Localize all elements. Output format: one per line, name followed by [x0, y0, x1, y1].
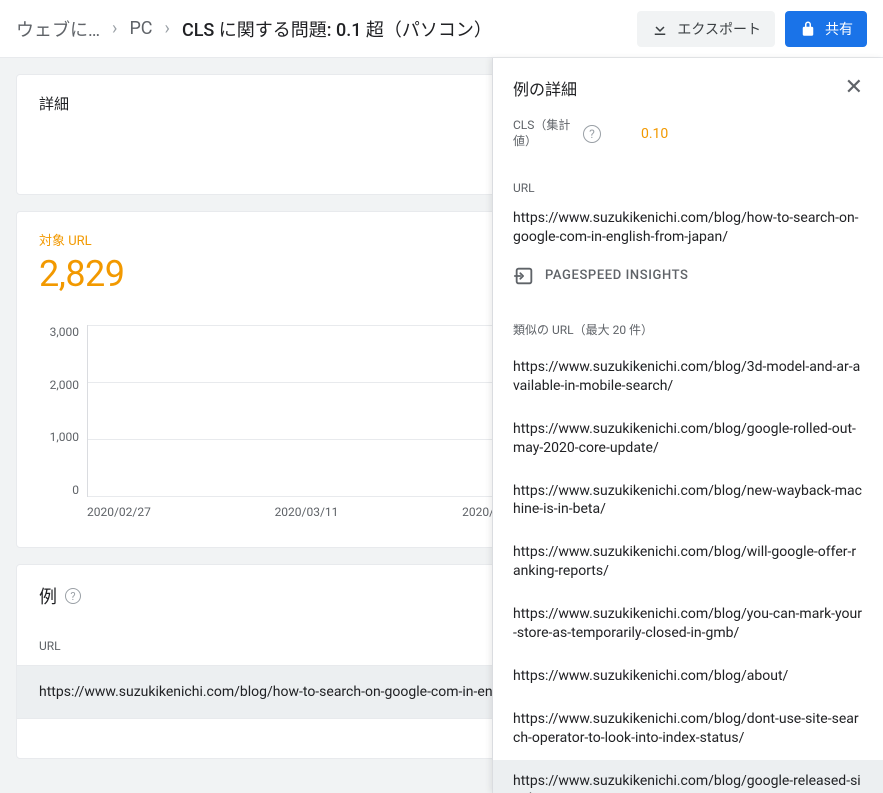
drawer-header: 例の詳細 ✕ [493, 58, 883, 118]
lock-icon [799, 20, 817, 38]
help-icon[interactable]: ? [583, 125, 601, 143]
y-tick: 1,000 [39, 430, 79, 444]
similar-url-item[interactable]: https://www.suzukikenichi.com/blog/googl… [493, 760, 883, 793]
pagespeed-link[interactable]: PAGESPEED INSIGHTS [493, 261, 883, 305]
detail-drawer: 例の詳細 ✕ CLS（集計値） ? 0.10 URL https://www.s… [492, 58, 883, 793]
breadcrumb-root[interactable]: ウェブに… [16, 16, 100, 42]
similar-url-item[interactable]: https://www.suzukikenichi.com/blog/you-c… [493, 593, 883, 655]
examples-title: 例 [39, 583, 57, 609]
x-tick: 2020/03/11 [275, 505, 339, 525]
breadcrumb: ウェブに… › PC › CLS に関する問題: 0.1 超（パソコン） [16, 16, 637, 42]
similar-url-item[interactable]: https://www.suzukikenichi.com/blog/googl… [493, 408, 883, 470]
drawer-main-url: https://www.suzukikenichi.com/blog/how-t… [493, 203, 883, 261]
similar-url-list: https://www.suzukikenichi.com/blog/3d-mo… [493, 346, 883, 793]
top-actions: エクスポート 共有 [637, 11, 867, 47]
chevron-right-icon: › [165, 18, 170, 39]
export-button[interactable]: エクスポート [637, 11, 775, 47]
drawer-title: 例の詳細 [513, 76, 577, 100]
similar-heading: 類似の URL（最大 20 件） [493, 305, 883, 346]
y-tick: 0 [39, 483, 79, 497]
similar-url-item[interactable]: https://www.suzukikenichi.com/blog/about… [493, 655, 883, 698]
share-label: 共有 [825, 19, 853, 39]
cls-label: CLS（集計値） [513, 118, 573, 149]
x-tick: 2020/02/27 [87, 505, 151, 525]
similar-url-item[interactable]: https://www.suzukikenichi.com/blog/3d-mo… [493, 346, 883, 408]
y-tick: 2,000 [39, 378, 79, 392]
url-heading: URL [493, 165, 883, 203]
y-axis: 3,000 2,000 1,000 0 [39, 325, 79, 497]
breadcrumb-leaf: CLS に関する問題: 0.1 超（パソコン） [182, 16, 492, 42]
download-icon [651, 20, 669, 38]
cls-section: CLS（集計値） ? 0.10 [493, 118, 883, 165]
y-tick: 3,000 [39, 325, 79, 339]
similar-url-item[interactable]: https://www.suzukikenichi.com/blog/new-w… [493, 470, 883, 532]
pagespeed-label: PAGESPEED INSIGHTS [545, 268, 688, 283]
export-label: エクスポート [677, 19, 761, 39]
cls-value: 0.10 [641, 126, 668, 142]
similar-url-item[interactable]: https://www.suzukikenichi.com/blog/dont-… [493, 698, 883, 760]
breadcrumb-mid[interactable]: PC [129, 18, 152, 39]
close-icon[interactable]: ✕ [845, 77, 863, 99]
similar-url-item[interactable]: https://www.suzukikenichi.com/blog/will-… [493, 531, 883, 593]
help-icon[interactable]: ? [65, 588, 81, 604]
share-button[interactable]: 共有 [785, 11, 867, 47]
top-bar: ウェブに… › PC › CLS に関する問題: 0.1 超（パソコン） エクス… [0, 0, 883, 58]
open-icon [513, 265, 535, 287]
chevron-right-icon: › [112, 18, 117, 39]
